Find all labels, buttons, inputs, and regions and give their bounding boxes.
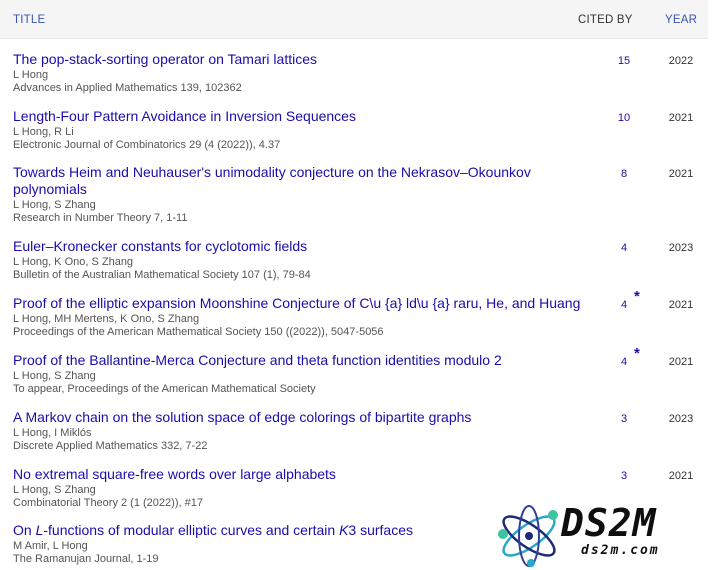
article-authors: L Hong xyxy=(13,69,49,81)
article-venue: Electronic Journal of Combinatorics 29 (… xyxy=(13,139,281,151)
watermark-logo: DS2M ds2m.com xyxy=(495,501,710,570)
article-year: 2021 xyxy=(668,356,694,368)
article-year: 2023 xyxy=(668,413,694,425)
article-venue: Advances in Applied Mathematics 139, 102… xyxy=(13,82,242,94)
article-authors: M Amir, L Hong xyxy=(13,540,88,552)
article-year: 2021 xyxy=(668,112,694,124)
article-title-link[interactable]: Proof of the Ballantine-Merca Conjecture… xyxy=(13,352,573,369)
article-venue: The Ramanujan Journal, 1-19 xyxy=(13,553,159,565)
title-column-header[interactable]: TITLE xyxy=(13,14,45,26)
cited-by-count-link[interactable]: 10 xyxy=(610,112,638,124)
article-year: 2021 xyxy=(668,299,694,311)
article-year: 2023 xyxy=(668,242,694,254)
article-venue: Proceedings of the American Mathematical… xyxy=(13,326,384,338)
article-year: 2021 xyxy=(668,168,694,180)
article-title-link[interactable]: No extremal square-free words over large… xyxy=(13,466,573,483)
article-authors: L Hong, S Zhang xyxy=(13,370,96,382)
article-year: 2021 xyxy=(668,470,694,482)
watermark-url: ds2m.com xyxy=(581,543,660,558)
article-title-link[interactable]: The pop-stack-sorting operator on Tamari… xyxy=(13,51,573,68)
article-title-link[interactable]: On L-functions of modular elliptic curve… xyxy=(13,522,573,539)
article-title-link[interactable]: Euler–Kronecker constants for cyclotomic… xyxy=(13,238,573,255)
cited-by-count-link[interactable]: 8 xyxy=(610,168,638,180)
watermark-brand: DS2M xyxy=(561,501,657,545)
cited-by-count-link[interactable]: 3 xyxy=(610,413,638,425)
article-title-link[interactable]: Towards Heim and Neuhauser's unimodality… xyxy=(13,164,573,198)
article-authors: L Hong, MH Mertens, K Ono, S Zhang xyxy=(13,313,200,325)
article-title-link[interactable]: Proof of the elliptic expansion Moonshin… xyxy=(13,295,603,312)
article-year: 2022 xyxy=(668,55,694,67)
article-authors: L Hong, S Zhang xyxy=(13,199,96,211)
article-authors: L Hong, S Zhang xyxy=(13,484,96,496)
year-column-header[interactable]: YEAR xyxy=(665,14,697,26)
table-header: TITLE CITED BY YEAR xyxy=(0,0,708,39)
article-title-link[interactable]: A Markov chain on the solution space of … xyxy=(13,409,573,426)
cited-by-count-link[interactable]: 3 xyxy=(610,470,638,482)
cited-by-count-link[interactable]: 4 xyxy=(610,242,638,254)
article-authors: L Hong, R Li xyxy=(13,126,74,138)
merged-citations-star-icon: * xyxy=(634,345,640,362)
article-venue: Bulletin of the Australian Mathematical … xyxy=(13,269,311,281)
article-venue: To appear, Proceedings of the American M… xyxy=(13,383,316,395)
article-authors: L Hong, K Ono, S Zhang xyxy=(13,256,134,268)
cited-by-count-link[interactable]: 15 xyxy=(610,55,638,67)
article-venue: Discrete Applied Mathematics 332, 7-22 xyxy=(13,440,208,452)
article-venue: Research in Number Theory 7, 1-11 xyxy=(13,212,188,224)
cited-by-column-header: CITED BY xyxy=(578,14,633,26)
article-title-link[interactable]: Length-Four Pattern Avoidance in Inversi… xyxy=(13,108,573,125)
atom-logo-icon xyxy=(498,505,558,567)
article-venue: Combinatorial Theory 2 (1 (2022)), #17 xyxy=(13,497,203,509)
merged-citations-star-icon: * xyxy=(634,288,640,305)
article-authors: L Hong, I Miklós xyxy=(13,427,92,439)
